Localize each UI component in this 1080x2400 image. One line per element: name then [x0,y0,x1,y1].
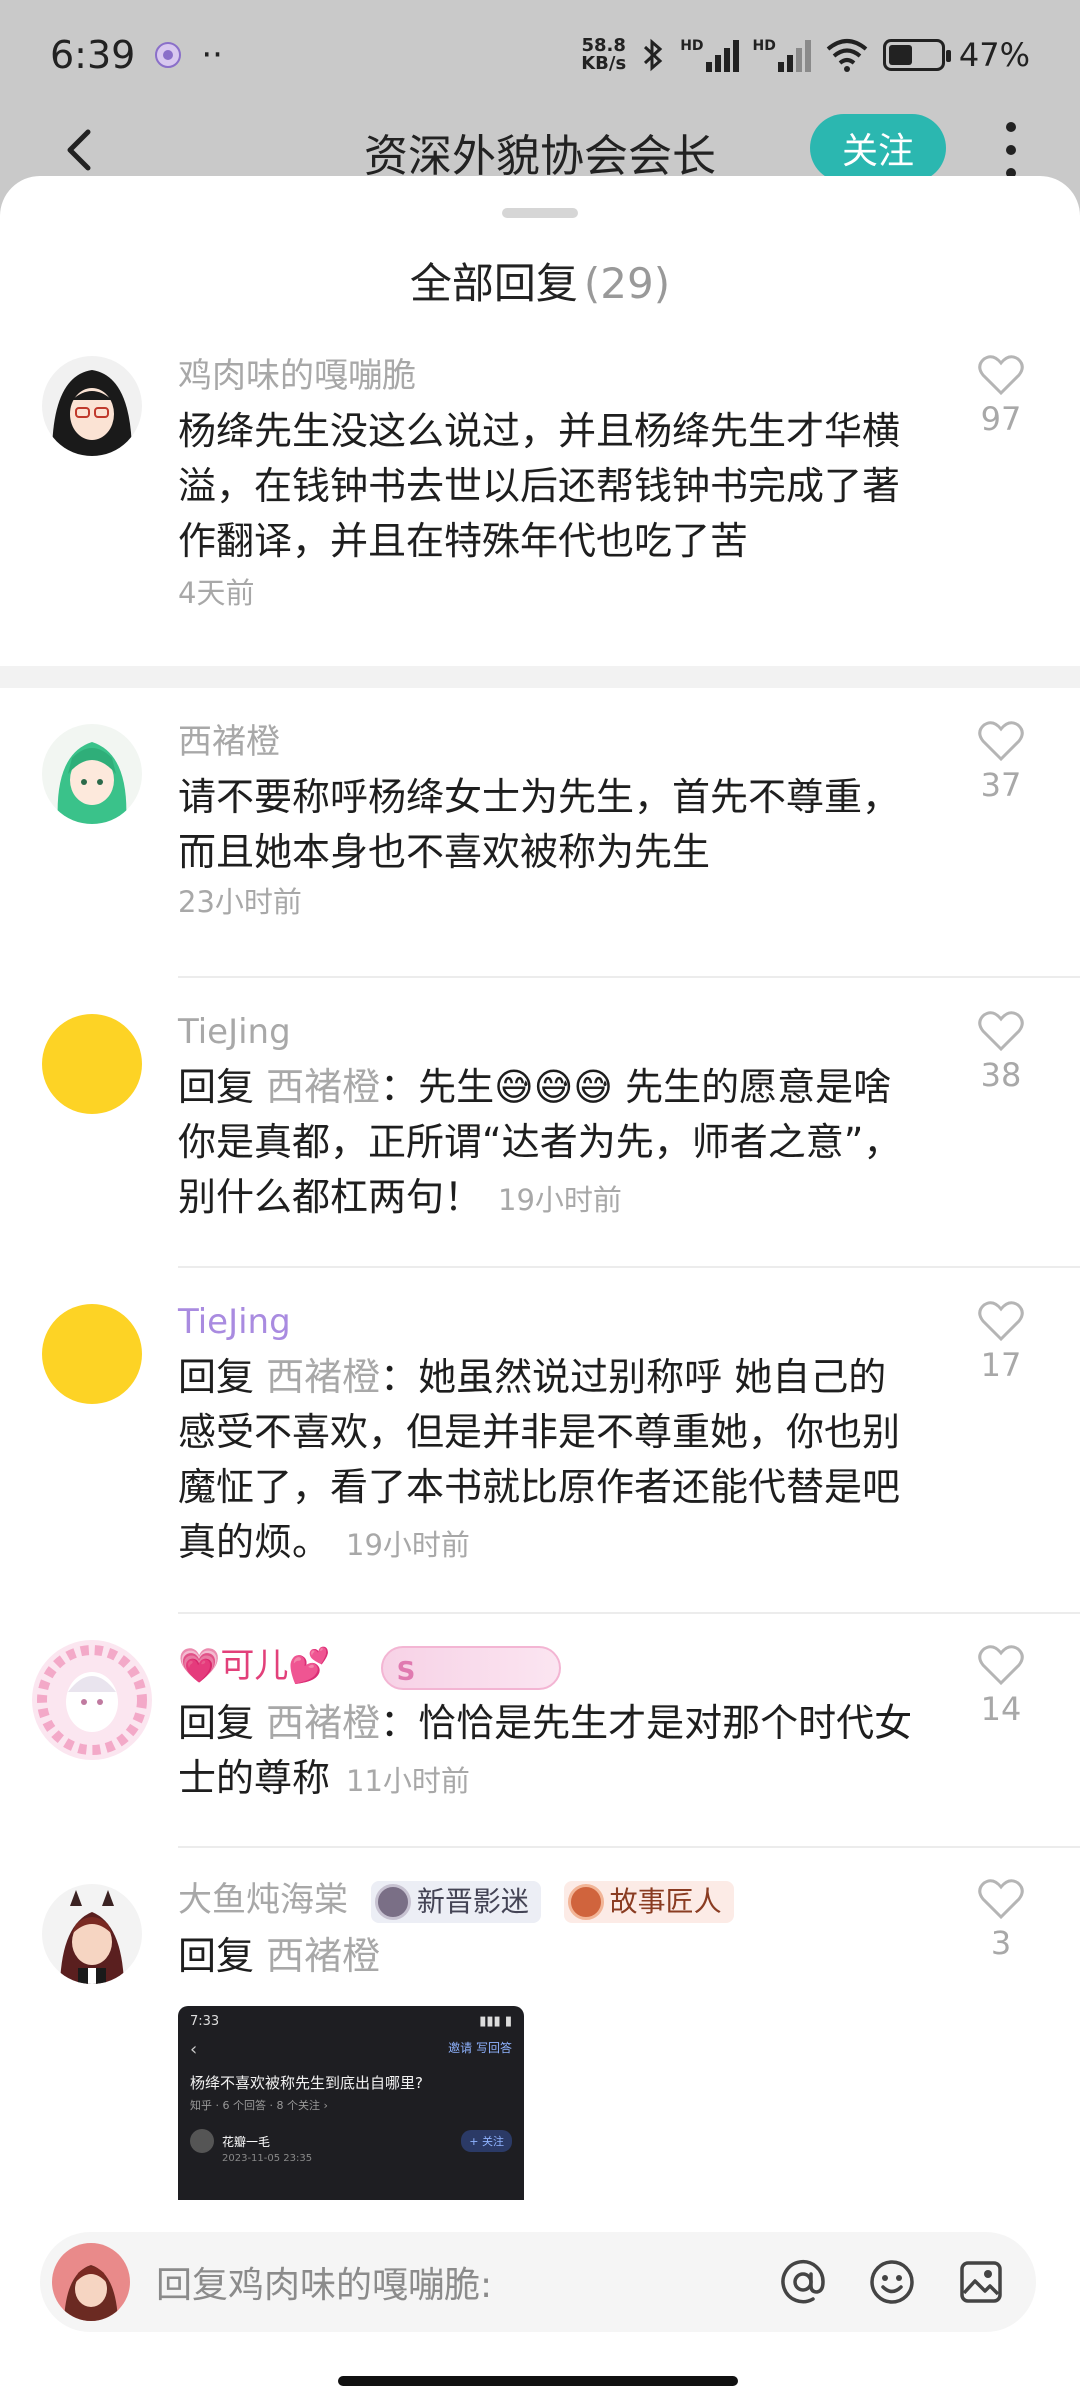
comment-author[interactable]: 西褚橙 [178,720,918,764]
heart-icon [978,1301,1024,1342]
heart-icon [978,1011,1024,1052]
comment-author[interactable]: 鸡肉味的嘎嘣脆 [178,354,918,398]
reply-target: 西褚橙 [266,1355,381,1399]
comment-text: 回复 西褚橙 [178,1933,381,1978]
more-icon[interactable] [996,122,1026,178]
reply-input-bar[interactable]: 回复鸡肉味的嘎嘣脆: [40,2232,1036,2332]
comment-time: 23小时前 [178,885,302,919]
like-count: 14 [980,1690,1022,1728]
comment-time: 19小时前 [346,1528,470,1562]
status-dots: ·· [201,35,223,75]
heart-icon [978,1879,1024,1920]
section-divider [0,666,1080,688]
like-count: 97 [980,400,1022,438]
avatar[interactable] [28,1636,156,1764]
app-notification-icon [155,42,182,68]
net-speed: 58.8 KB/s [581,35,627,74]
decoration-badge [380,1645,561,1694]
comment-time: 11小时前 [346,1763,470,1798]
emoji: 😅😅😅 [494,1065,613,1109]
sheet-title: 全部回复 (29) [409,259,671,308]
at-icon[interactable] [780,2259,826,2305]
follow-button[interactable]: 关注 [810,114,946,182]
hd-label-2: HD [752,38,776,54]
divider [178,976,1080,978]
wifi-icon [826,39,868,72]
comment-author[interactable]: 💗可儿💕 [178,1644,918,1694]
comment-text: 请不要称呼杨绛女士为先生，首先不尊重，而且她本身也不喜欢被称为先生 [178,775,901,874]
attached-image[interactable]: 7:33 ▮▮▮ ▮ ‹ 邀请 写回答 杨绛不喜欢被称先生到底出自哪里? 知乎 · … [178,2006,524,2200]
comment-text: 杨绛先生没这么说过，并且杨绛先生才华横溢，在钱钟书去世以后还帮钱钟书完成了著作翻… [178,409,901,563]
like-button[interactable]: 97 [976,354,1026,438]
bluetooth-icon [644,38,663,72]
like-button[interactable]: 3 [976,1878,1026,1962]
reply-input[interactable]: 回复鸡肉味的嘎嘣脆: [156,2256,780,2308]
avatar[interactable] [42,356,142,456]
like-count: 17 [980,1346,1022,1384]
heart-icon [978,1645,1024,1686]
replies-sheet: 全部回复 (29) 鸡肉味的嘎嘣脆 杨绛先生没这么说过，并且杨绛先生才华横溢，在钱… [0,176,1080,2400]
status-time: 6:39 [50,33,136,77]
home-indicator[interactable] [338,2376,738,2386]
like-count: 37 [980,766,1022,804]
avatar[interactable] [42,1884,142,1984]
divider [178,1846,1080,1848]
image-icon[interactable] [958,2259,1004,2305]
battery-icon [882,39,951,71]
cell-signal-icon [705,38,739,72]
avatar[interactable] [42,724,142,824]
avatar[interactable] [42,1014,142,1114]
reply-target: 西褚橙 [266,1700,381,1745]
heart-icon [978,355,1024,396]
battery-percent: 47% [958,36,1030,74]
hd-label: HD [680,38,704,54]
my-avatar [52,2243,130,2321]
cell-signal-icon-2 [777,38,811,72]
comment-author[interactable]: TieJing [178,1010,918,1054]
heart-icon [978,721,1024,762]
like-button[interactable]: 17 [976,1300,1026,1384]
badge-new-cinephile: 新晋影迷 [370,1880,541,1923]
avatar[interactable] [42,1304,142,1404]
divider [178,1612,1080,1614]
comment-text: 回复 西褚橙：她虽然说过别称呼 她自己的感受不喜欢，但是并非是不尊重她，你也别魔… [178,1355,901,1564]
badge-storyteller: 故事匠人 [563,1880,734,1923]
comment-author[interactable]: 大鱼炖海棠 新晋影迷 故事匠人 [178,1878,918,1923]
like-button[interactable]: 37 [976,720,1026,804]
comment-text: 回复 西褚橙：恰恰是先生才是对那个时代女士的尊称 11小时前 [178,1700,913,1800]
comment-time: 19小时前 [498,1183,622,1217]
status-bar: 6:39 ·· 58.8 KB/s HD HD 47% [0,0,1080,110]
reply-target: 西褚橙 [266,1933,381,1978]
like-button[interactable]: 38 [976,1010,1026,1094]
comment-text: 回复 西褚橙：先生😅😅😅 先生的愿意是啥 你是真都，正所谓“达者为先，师者之意”… [178,1065,902,1219]
reply-target: 西褚橙 [266,1065,381,1109]
comment-time: 4天前 [178,576,255,610]
like-button[interactable]: 14 [976,1644,1026,1728]
like-count: 38 [980,1056,1022,1094]
like-count: 3 [990,1924,1012,1962]
divider [178,1266,1080,1268]
drag-handle[interactable] [502,208,578,218]
reply-count: (29) [583,259,671,308]
comment-author[interactable]: TieJing [178,1300,918,1344]
emoji-icon[interactable] [868,2258,916,2306]
